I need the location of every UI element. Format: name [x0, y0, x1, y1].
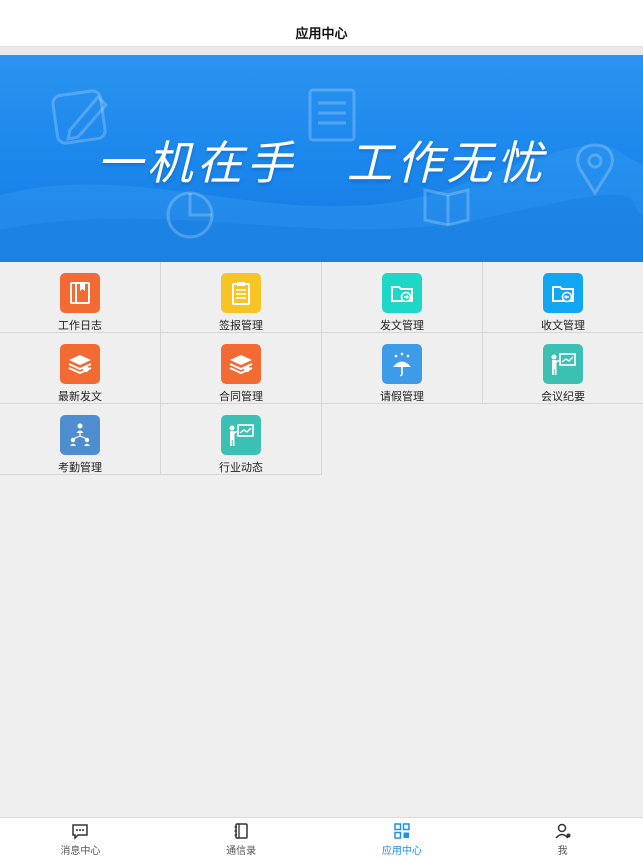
app-meeting-minutes[interactable]: 会议纪要	[483, 333, 643, 404]
app-contract[interactable]: 合同管理	[161, 333, 322, 404]
app-label: 合同管理	[219, 390, 263, 403]
top-header: 应用中心	[0, 0, 643, 47]
folder-in-icon	[543, 273, 583, 313]
clipboard-icon	[221, 273, 261, 313]
app-industry-news[interactable]: 行业动态	[161, 404, 322, 475]
header-gap	[0, 47, 643, 55]
folder-out-icon	[382, 273, 422, 313]
tab-contacts[interactable]: 通信录	[161, 818, 322, 858]
app-receive[interactable]: 收文管理	[483, 262, 643, 333]
tab-label: 应用中心	[381, 846, 422, 857]
tab-me[interactable]: 我	[482, 818, 643, 858]
app-dispatch[interactable]: 发文管理	[322, 262, 483, 333]
app-label: 考勤管理	[58, 461, 102, 474]
tab-label: 通信录	[226, 846, 257, 857]
app-work-log[interactable]: 工作日志	[0, 262, 161, 333]
app-label: 会议纪要	[541, 390, 585, 403]
contract-stack-icon	[221, 344, 261, 384]
banner-slogan: 一机在手 工作无忧	[96, 136, 547, 190]
document-stack-icon	[60, 344, 100, 384]
presentation-icon	[543, 344, 583, 384]
app-latest-dispatch[interactable]: 最新发文	[0, 333, 161, 404]
app-label: 行业动态	[219, 461, 263, 474]
tab-app-center[interactable]: 应用中心	[322, 818, 483, 858]
umbrella-rain-icon	[382, 344, 422, 384]
user-icon	[555, 823, 571, 839]
apps-grid-icon	[394, 823, 410, 839]
bottom-tab-bar: 消息中心 通信录 应用中心 我	[0, 817, 643, 858]
presentation-icon	[221, 415, 261, 455]
app-label: 签报管理	[219, 319, 263, 332]
app-label: 最新发文	[58, 390, 102, 403]
app-report[interactable]: 签报管理	[161, 262, 322, 333]
app-label: 发文管理	[380, 319, 424, 332]
app-leave[interactable]: 请假管理	[322, 333, 483, 404]
tab-label: 消息中心	[60, 846, 101, 857]
contacts-book-icon	[234, 823, 248, 839]
app-attendance[interactable]: 考勤管理	[0, 404, 161, 475]
message-icon	[72, 824, 89, 840]
app-label: 工作日志	[58, 319, 102, 332]
org-chart-icon	[60, 415, 100, 455]
page-title: 应用中心	[295, 26, 348, 42]
banner[interactable]: 一机在手 工作无忧	[0, 55, 643, 262]
app-label: 请假管理	[380, 390, 424, 403]
work-log-icon	[60, 273, 100, 313]
tab-label: 我	[557, 846, 568, 857]
tab-messages[interactable]: 消息中心	[0, 818, 161, 858]
app-label: 收文管理	[541, 319, 585, 332]
